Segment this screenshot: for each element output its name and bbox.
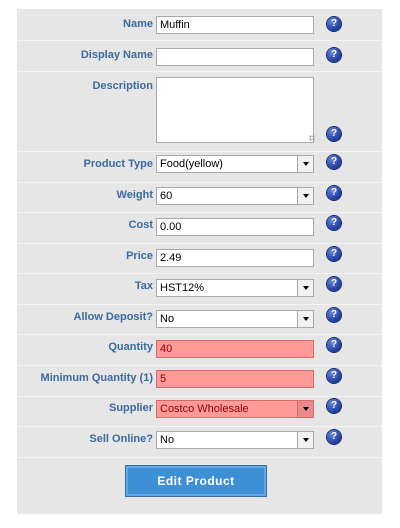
row-price: Price 2.49 ? <box>17 243 382 274</box>
supplier-select[interactable]: Costco Wholesale <box>156 400 314 418</box>
price-label: Price <box>126 250 153 262</box>
row-quantity: Quantity 40 ? <box>17 334 382 366</box>
allow-deposit-label: Allow Deposit? <box>73 311 153 323</box>
help-icon[interactable]: ? <box>327 216 341 230</box>
display-name-input[interactable] <box>156 48 314 66</box>
help-icon[interactable]: ? <box>327 277 341 291</box>
help-icon[interactable]: ? <box>327 369 341 383</box>
help-icon[interactable]: ? <box>327 247 341 261</box>
product-type-value: Food(yellow) <box>160 158 223 170</box>
help-icon[interactable]: ? <box>327 430 341 444</box>
chevron-down-icon[interactable] <box>297 156 313 172</box>
allow-deposit-select[interactable]: No <box>156 310 314 328</box>
tax-label: Tax <box>134 280 153 292</box>
weight-value: 60 <box>160 190 173 202</box>
row-name: Name Muffin ? <box>17 9 382 41</box>
weight-select[interactable]: 60 <box>156 187 314 205</box>
minimum-quantity-input[interactable]: 5 <box>156 370 314 388</box>
allow-deposit-value: No <box>160 313 175 325</box>
quantity-input[interactable]: 40 <box>156 340 314 358</box>
help-icon[interactable]: ? <box>327 127 341 141</box>
row-display-name: Display Name ? <box>17 40 382 72</box>
name-input[interactable]: Muffin <box>156 16 314 34</box>
sell-online-select[interactable]: No <box>156 431 314 449</box>
row-supplier: Supplier Costco Wholesale ? <box>17 396 382 427</box>
help-icon[interactable]: ? <box>327 155 341 169</box>
weight-label: Weight <box>116 189 153 201</box>
tax-select[interactable]: HST12% <box>156 279 314 297</box>
help-icon[interactable]: ? <box>327 17 341 31</box>
row-allow-deposit: Allow Deposit? No ? <box>17 304 382 335</box>
row-sell-online: Sell Online? No ? <box>17 426 382 458</box>
display-name-label: Display Name <box>80 49 153 61</box>
cost-input[interactable]: 0.00 <box>156 218 314 236</box>
description-label: Description <box>92 80 153 92</box>
cost-label: Cost <box>128 219 153 231</box>
help-icon[interactable]: ? <box>327 308 341 322</box>
chevron-down-icon[interactable] <box>297 280 313 296</box>
help-icon[interactable]: ? <box>327 48 341 62</box>
quantity-label: Quantity <box>108 341 153 353</box>
name-label: Name <box>123 18 153 30</box>
minimum-quantity-label: Minimum Quantity (1) <box>40 372 153 384</box>
sell-online-value: No <box>160 434 175 446</box>
product-form-panel: Name Muffin ? Display Name ? Description… <box>17 9 382 514</box>
tax-value: HST12% <box>160 282 205 294</box>
sell-online-label: Sell Online? <box>89 433 153 445</box>
chevron-down-icon[interactable] <box>297 401 313 417</box>
row-product-type: Product Type Food(yellow) ? <box>17 151 382 183</box>
supplier-label: Supplier <box>108 402 153 414</box>
chevron-down-icon[interactable] <box>297 432 313 448</box>
product-type-select[interactable]: Food(yellow) <box>156 155 314 173</box>
chevron-down-icon[interactable] <box>297 188 313 204</box>
row-cost: Cost 0.00 ? <box>17 212 382 244</box>
price-input[interactable]: 2.49 <box>156 249 314 267</box>
edit-product-button[interactable]: Edit Product <box>125 465 267 497</box>
supplier-value: Costco Wholesale <box>160 403 249 415</box>
help-icon[interactable]: ? <box>327 399 341 413</box>
help-icon[interactable]: ? <box>327 338 341 352</box>
row-weight: Weight 60 ? <box>17 182 382 213</box>
product-type-label: Product Type <box>83 158 153 170</box>
row-tax: Tax HST12% ? <box>17 273 382 305</box>
help-icon[interactable]: ? <box>327 186 341 200</box>
description-textarea[interactable] <box>156 77 314 143</box>
row-description: Description ? <box>17 71 382 152</box>
resize-grip-icon[interactable] <box>309 135 315 141</box>
row-minimum-quantity: Minimum Quantity (1) 5 ? <box>17 365 382 397</box>
chevron-down-icon[interactable] <box>297 311 313 327</box>
